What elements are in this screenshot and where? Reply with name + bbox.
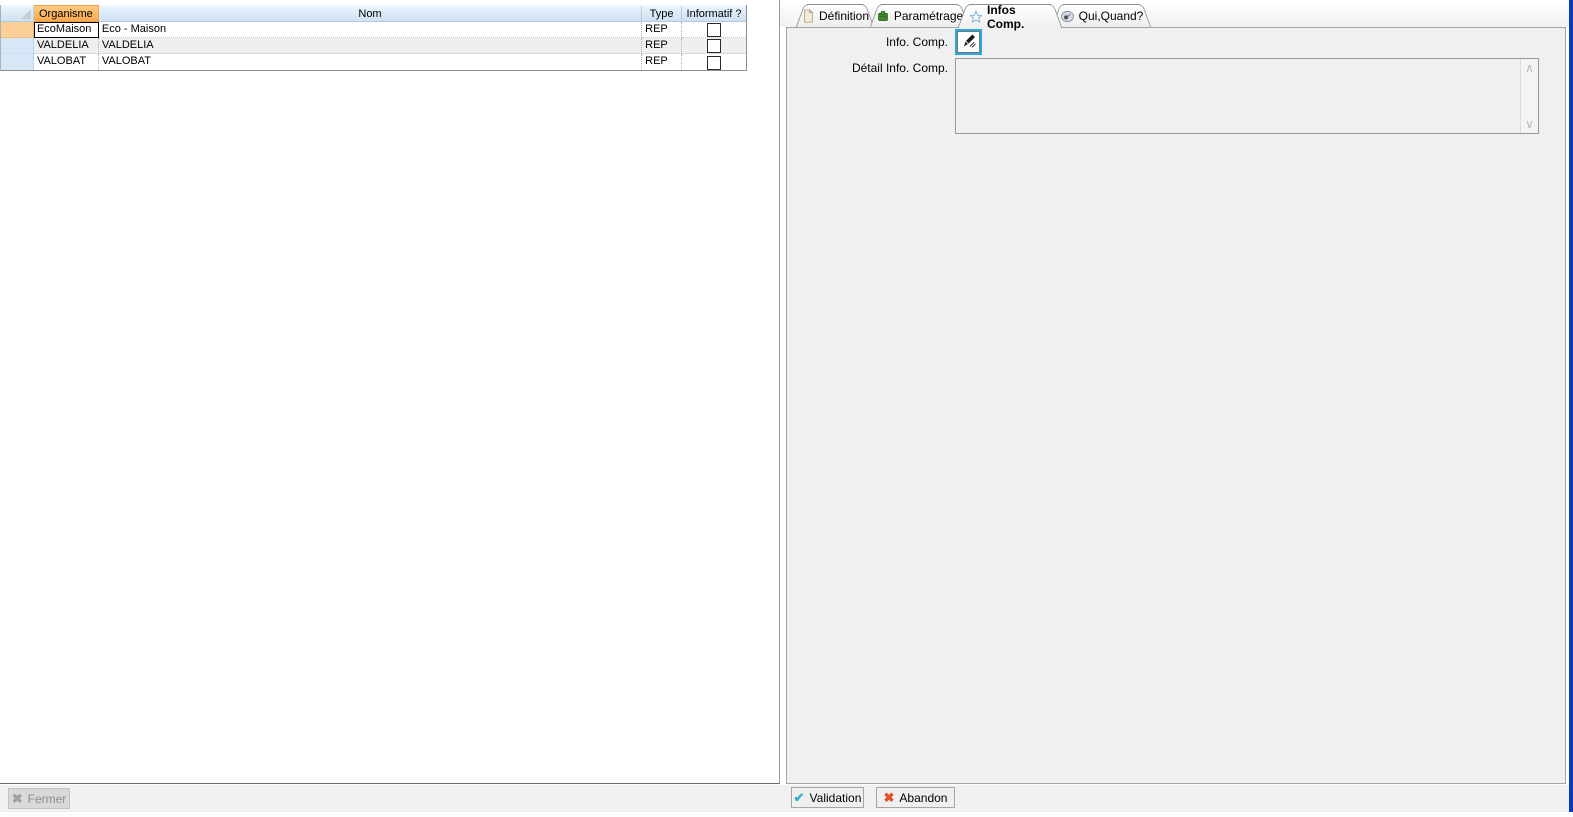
- window-right-edge: [1569, 0, 1573, 812]
- tab-label: Paramétrage: [894, 9, 963, 23]
- tab-definition[interactable]: Définition: [807, 4, 863, 27]
- table-row[interactable]: VALDELIA VALDELIA REP: [1, 38, 746, 54]
- column-header-type[interactable]: Type: [642, 5, 682, 22]
- star-icon: [969, 10, 983, 24]
- cell-nom[interactable]: VALDELIA: [99, 38, 642, 54]
- cell-organisme[interactable]: EcoMaison: [34, 22, 99, 38]
- document-icon: [801, 9, 815, 23]
- cell-organisme[interactable]: VALOBAT: [34, 54, 99, 70]
- abandon-button[interactable]: ✖ Abandon: [876, 787, 955, 808]
- table-header-row: Organisme Nom Type Informatif ?: [1, 5, 746, 22]
- detail-info-comp-label: Détail Info. Comp.: [790, 61, 948, 75]
- tools-icon: [876, 9, 890, 23]
- table-row[interactable]: EcoMaison Eco - Maison REP: [1, 22, 746, 38]
- cell-type[interactable]: REP: [642, 54, 682, 70]
- tab-qui-quand[interactable]: Qui,Quand?: [1063, 4, 1140, 27]
- informatif-checkbox[interactable]: [707, 23, 721, 37]
- tab-label: Définition: [819, 9, 869, 23]
- scroll-down-icon[interactable]: ∨: [1521, 116, 1538, 132]
- cell-informatif: [682, 22, 746, 38]
- scroll-up-icon[interactable]: ∧: [1521, 60, 1538, 76]
- cancel-x-icon: ✖: [884, 790, 895, 806]
- detail-info-comp-value: [956, 59, 1521, 133]
- validation-label: Validation: [810, 791, 862, 805]
- abandon-label: Abandon: [899, 791, 947, 805]
- select-all-triangle-icon: [21, 9, 31, 19]
- cell-informatif: [682, 54, 746, 70]
- info-comp-label: Info. Comp.: [798, 35, 948, 49]
- fermer-label: Fermer: [28, 792, 67, 806]
- informatif-checkbox[interactable]: [707, 39, 721, 53]
- footer-bar: ✖ Fermer ✔ Validation ✖ Abandon: [0, 785, 1569, 811]
- cell-nom[interactable]: Eco - Maison: [99, 22, 642, 38]
- row-selector-header[interactable]: [1, 5, 34, 22]
- infos-comp-tab-pane: [786, 27, 1566, 784]
- cell-type[interactable]: REP: [642, 22, 682, 38]
- close-x-icon: ✖: [12, 791, 23, 807]
- table-row[interactable]: VALOBAT VALOBAT REP: [1, 54, 746, 70]
- cell-nom[interactable]: VALOBAT: [99, 54, 642, 70]
- detail-info-comp-textarea[interactable]: ∧ ∨: [955, 58, 1539, 134]
- validation-button[interactable]: ✔ Validation: [791, 787, 864, 808]
- check-icon: ✔: [794, 790, 805, 806]
- row-selector-cell[interactable]: [1, 54, 34, 70]
- edit-pen-icon: [960, 32, 978, 52]
- tab-parametrage[interactable]: Paramétrage: [881, 4, 958, 27]
- row-selector-cell[interactable]: [1, 22, 34, 38]
- vertical-scrollbar[interactable]: ∧ ∨: [1520, 59, 1538, 133]
- column-header-organisme[interactable]: Organisme: [34, 5, 99, 22]
- informatif-checkbox[interactable]: [707, 56, 721, 70]
- tab-label: Qui,Quand?: [1079, 9, 1144, 23]
- window-bottom-edge: [0, 811, 1573, 817]
- column-header-informatif[interactable]: Informatif ?: [682, 5, 746, 22]
- fermer-button[interactable]: ✖ Fermer: [8, 788, 70, 809]
- tab-label: Infos Comp.: [987, 3, 1051, 31]
- organismes-table: Organisme Nom Type Informatif ? EcoMaiso…: [0, 5, 747, 71]
- column-header-nom[interactable]: Nom: [99, 5, 642, 22]
- clock-icon: [1060, 10, 1075, 23]
- organismes-list-panel: Organisme Nom Type Informatif ? EcoMaiso…: [0, 0, 780, 784]
- cell-informatif: [682, 38, 746, 54]
- tab-infos-comp[interactable]: Infos Comp.: [969, 4, 1051, 28]
- row-selector-cell[interactable]: [1, 38, 34, 54]
- info-comp-edit-button[interactable]: [955, 29, 982, 55]
- cell-organisme[interactable]: VALDELIA: [34, 38, 99, 54]
- cell-type[interactable]: REP: [642, 38, 682, 54]
